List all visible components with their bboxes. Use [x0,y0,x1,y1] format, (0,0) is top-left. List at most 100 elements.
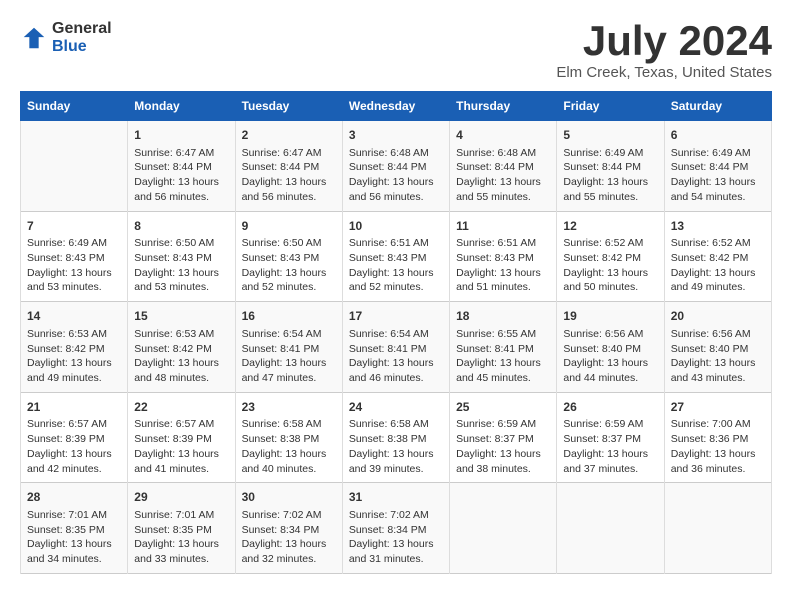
day-info: Sunrise: 6:47 AM Sunset: 8:44 PM Dayligh… [242,146,336,205]
logo-blue: Blue [52,38,112,56]
day-info: Sunrise: 6:48 AM Sunset: 8:44 PM Dayligh… [456,146,550,205]
col-wednesday: Wednesday [342,92,449,121]
col-monday: Monday [128,92,235,121]
day-info: Sunrise: 6:58 AM Sunset: 8:38 PM Dayligh… [349,417,443,476]
day-number: 11 [456,218,550,235]
logo-icon [20,24,48,52]
day-info: Sunrise: 6:57 AM Sunset: 8:39 PM Dayligh… [27,417,121,476]
table-row: 15 Sunrise: 6:53 AM Sunset: 8:42 PM Dayli… [128,302,235,393]
day-info: Sunrise: 6:47 AM Sunset: 8:44 PM Dayligh… [134,146,228,205]
table-row: 10Sunrise: 6:51 AM Sunset: 8:43 PM Dayli… [342,211,449,302]
day-info: Sunrise: 6:52 AM Sunset: 8:42 PM Dayligh… [671,236,765,295]
day-info: Sunrise: 7:02 AM Sunset: 8:34 PM Dayligh… [242,508,336,567]
location: Elm Creek, Texas, United States [556,64,772,81]
table-row: 14 Sunrise: 6:53 AM Sunset: 8:42 PM Dayli… [21,302,128,393]
table-row: 9Sunrise: 6:50 AM Sunset: 8:43 PM Daylig… [235,211,342,302]
day-number: 10 [349,218,443,235]
day-info: Sunrise: 6:58 AM Sunset: 8:38 PM Dayligh… [242,417,336,476]
table-row: 3Sunrise: 6:48 AM Sunset: 8:44 PM Daylig… [342,121,449,212]
day-number: 31 [349,489,443,506]
table-row: 29 Sunrise: 7:01 AM Sunset: 8:35 PM Dayli… [128,483,235,574]
table-row: 26Sunrise: 6:59 AM Sunset: 8:37 PM Dayli… [557,392,664,483]
page-header: General Blue July 2024 Elm Creek, Texas,… [20,20,772,81]
table-row: 8Sunrise: 6:50 AM Sunset: 8:43 PM Daylig… [128,211,235,302]
table-row: 18 Sunrise: 6:55 AM Sunset: 8:41 PM Dayli… [450,302,557,393]
day-info: Sunrise: 6:57 AM Sunset: 8:39 PM Dayligh… [134,417,228,476]
day-number: 12 [563,218,657,235]
table-row: 25Sunrise: 6:59 AM Sunset: 8:37 PM Dayli… [450,392,557,483]
table-row: 5 Sunrise: 6:49 AM Sunset: 8:44 PM Daylig… [557,121,664,212]
table-row: 17Sunrise: 6:54 AM Sunset: 8:41 PM Dayli… [342,302,449,393]
table-row: 2Sunrise: 6:47 AM Sunset: 8:44 PM Daylig… [235,121,342,212]
day-info: Sunrise: 6:50 AM Sunset: 8:43 PM Dayligh… [242,236,336,295]
day-info: Sunrise: 6:59 AM Sunset: 8:37 PM Dayligh… [456,417,550,476]
day-info: Sunrise: 6:56 AM Sunset: 8:40 PM Dayligh… [563,327,657,386]
day-number: 28 [27,489,121,506]
day-number: 26 [563,399,657,416]
day-number: 6 [671,127,765,144]
day-info: Sunrise: 7:00 AM Sunset: 8:36 PM Dayligh… [671,417,765,476]
day-info: Sunrise: 6:56 AM Sunset: 8:40 PM Dayligh… [671,327,765,386]
day-info: Sunrise: 6:48 AM Sunset: 8:44 PM Dayligh… [349,146,443,205]
table-row: 27Sunrise: 7:00 AM Sunset: 8:36 PM Dayli… [664,392,771,483]
day-number: 4 [456,127,550,144]
day-info: Sunrise: 6:59 AM Sunset: 8:37 PM Dayligh… [563,417,657,476]
table-row: 24Sunrise: 6:58 AM Sunset: 8:38 PM Dayli… [342,392,449,483]
table-row: 22Sunrise: 6:57 AM Sunset: 8:39 PM Dayli… [128,392,235,483]
day-number: 19 [563,308,657,325]
day-number: 9 [242,218,336,235]
day-number: 18 [456,308,550,325]
col-sunday: Sunday [21,92,128,121]
calendar-week-row: 7Sunrise: 6:49 AM Sunset: 8:43 PM Daylig… [21,211,772,302]
table-row: 12Sunrise: 6:52 AM Sunset: 8:42 PM Dayli… [557,211,664,302]
table-row: 16Sunrise: 6:54 AM Sunset: 8:41 PM Dayli… [235,302,342,393]
table-row: 13Sunrise: 6:52 AM Sunset: 8:42 PM Dayli… [664,211,771,302]
calendar-week-row: 1 Sunrise: 6:47 AM Sunset: 8:44 PM Daylig… [21,121,772,212]
day-info: Sunrise: 6:55 AM Sunset: 8:41 PM Dayligh… [456,327,550,386]
col-friday: Friday [557,92,664,121]
day-number: 25 [456,399,550,416]
day-info: Sunrise: 6:51 AM Sunset: 8:43 PM Dayligh… [456,236,550,295]
col-saturday: Saturday [664,92,771,121]
day-info: Sunrise: 6:54 AM Sunset: 8:41 PM Dayligh… [242,327,336,386]
day-info: Sunrise: 6:49 AM Sunset: 8:43 PM Dayligh… [27,236,121,295]
day-info: Sunrise: 7:01 AM Sunset: 8:35 PM Dayligh… [134,508,228,567]
table-row: 23Sunrise: 6:58 AM Sunset: 8:38 PM Dayli… [235,392,342,483]
day-number: 15 [134,308,228,325]
table-row [557,483,664,574]
table-row: 11Sunrise: 6:51 AM Sunset: 8:43 PM Dayli… [450,211,557,302]
day-number: 27 [671,399,765,416]
col-tuesday: Tuesday [235,92,342,121]
day-info: Sunrise: 6:52 AM Sunset: 8:42 PM Dayligh… [563,236,657,295]
day-info: Sunrise: 7:01 AM Sunset: 8:35 PM Dayligh… [27,508,121,567]
day-number: 21 [27,399,121,416]
calendar-table: Sunday Monday Tuesday Wednesday Thursday… [20,91,772,574]
day-number: 5 [563,127,657,144]
logo-general: General [52,20,112,38]
table-row: 20Sunrise: 6:56 AM Sunset: 8:40 PM Dayli… [664,302,771,393]
col-thursday: Thursday [450,92,557,121]
day-number: 14 [27,308,121,325]
day-info: Sunrise: 6:49 AM Sunset: 8:44 PM Dayligh… [563,146,657,205]
day-info: Sunrise: 6:51 AM Sunset: 8:43 PM Dayligh… [349,236,443,295]
day-number: 22 [134,399,228,416]
day-info: Sunrise: 6:53 AM Sunset: 8:42 PM Dayligh… [134,327,228,386]
table-row [450,483,557,574]
table-row: 4 Sunrise: 6:48 AM Sunset: 8:44 PM Daylig… [450,121,557,212]
day-info: Sunrise: 7:02 AM Sunset: 8:34 PM Dayligh… [349,508,443,567]
day-info: Sunrise: 6:53 AM Sunset: 8:42 PM Dayligh… [27,327,121,386]
logo-text: General Blue [52,20,112,55]
table-row: 31 Sunrise: 7:02 AM Sunset: 8:34 PM Dayli… [342,483,449,574]
day-number: 7 [27,218,121,235]
day-number: 29 [134,489,228,506]
calendar-week-row: 21Sunrise: 6:57 AM Sunset: 8:39 PM Dayli… [21,392,772,483]
table-row: 21Sunrise: 6:57 AM Sunset: 8:39 PM Dayli… [21,392,128,483]
day-number: 1 [134,127,228,144]
table-row: 6Sunrise: 6:49 AM Sunset: 8:44 PM Daylig… [664,121,771,212]
calendar-week-row: 28 Sunrise: 7:01 AM Sunset: 8:35 PM Dayli… [21,483,772,574]
day-number: 23 [242,399,336,416]
logo: General Blue [20,20,112,55]
table-row: 19 Sunrise: 6:56 AM Sunset: 8:40 PM Dayli… [557,302,664,393]
month-title: July 2024 [556,20,772,62]
day-number: 8 [134,218,228,235]
